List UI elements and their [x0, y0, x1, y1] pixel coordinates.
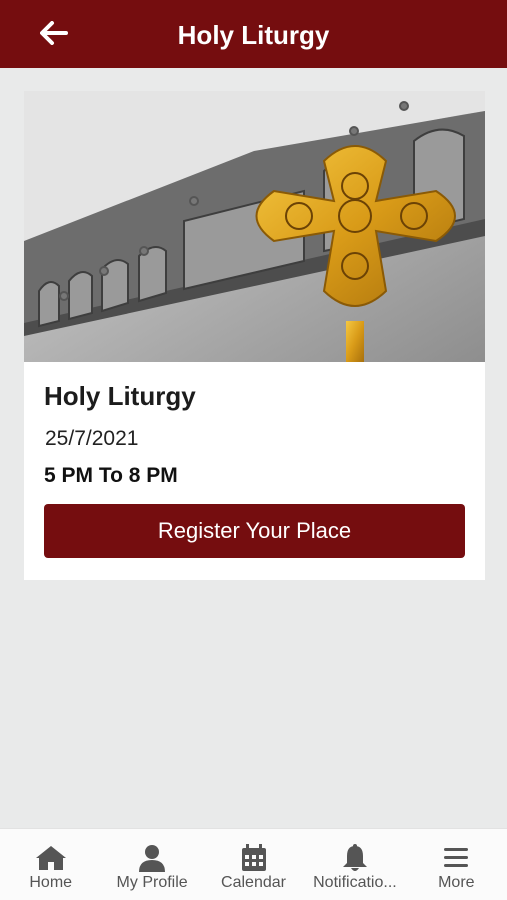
event-image: [24, 91, 485, 362]
tab-label-more: More: [438, 874, 475, 891]
tab-label-notifications: Notificatio...: [313, 874, 397, 891]
app-header: Holy Liturgy: [0, 0, 507, 68]
page-title: Holy Liturgy: [177, 20, 330, 50]
tab-label-home: Home: [29, 874, 73, 891]
tab-home[interactable]: Home: [0, 829, 101, 900]
home-icon: [35, 844, 67, 872]
tab-label-my-profile: My Profile: [116, 874, 188, 891]
tab-label-calendar: Calendar: [221, 874, 286, 891]
calendar-icon: [238, 844, 270, 872]
event-date: 25/7/2021: [45, 427, 139, 450]
register-button[interactable]: Register Your Place: [44, 504, 465, 558]
event-title: Holy Liturgy: [44, 381, 196, 411]
tab-notifications[interactable]: Notificatio...: [304, 829, 405, 900]
event-card: Holy Liturgy 25/7/2021 5 PM To 8 PM Regi…: [24, 91, 485, 580]
bell-icon: [339, 844, 371, 872]
user-icon: [136, 844, 168, 872]
tab-calendar[interactable]: Calendar: [203, 829, 304, 900]
event-time: 5 PM To 8 PM: [44, 464, 178, 487]
tab-more[interactable]: More: [406, 829, 507, 900]
tab-my-profile[interactable]: My Profile: [101, 829, 202, 900]
bottom-tab-bar: Home My Profile Calendar Notificatio... …: [0, 828, 507, 900]
menu-icon: [440, 844, 472, 872]
